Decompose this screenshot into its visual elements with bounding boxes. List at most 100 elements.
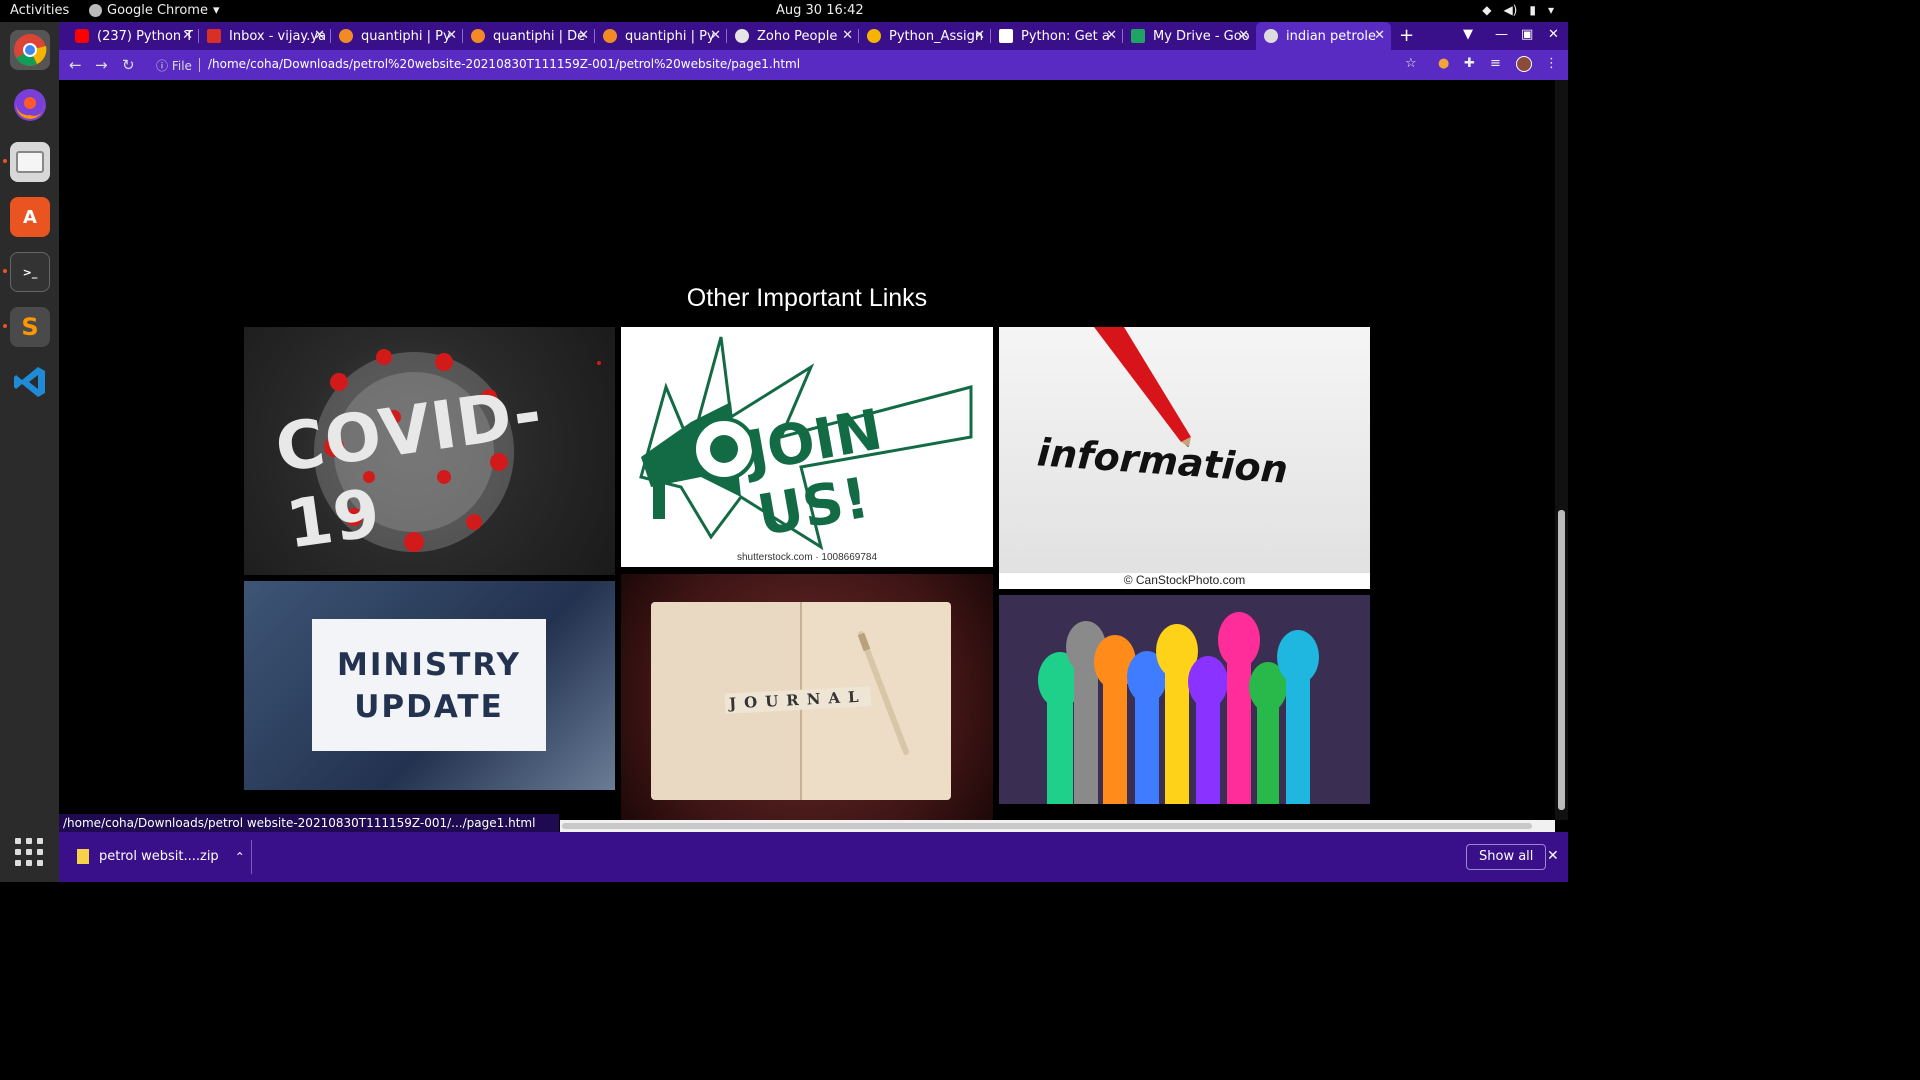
vscode-dock-icon[interactable] xyxy=(10,362,50,402)
close-tab-icon[interactable]: ✕ xyxy=(1374,28,1385,43)
chrome-small-icon xyxy=(89,4,102,17)
link-card-hands[interactable] xyxy=(999,595,1370,804)
card-caption-line2: UPDATE xyxy=(354,689,504,725)
show-applications-icon[interactable] xyxy=(15,838,43,866)
close-shelf-icon[interactable]: ✕ xyxy=(1547,848,1559,864)
tab[interactable]: quantiphi | Py ✕ xyxy=(331,22,463,50)
close-tab-icon[interactable]: ✕ xyxy=(842,28,853,43)
tab[interactable]: Python: Get a ✕ xyxy=(991,22,1123,50)
download-filename: petrol websit....zip xyxy=(99,849,219,864)
close-tab-icon[interactable]: ✕ xyxy=(710,28,721,43)
terminal-dock-icon[interactable]: >_ xyxy=(10,252,50,292)
zoho-icon xyxy=(735,29,749,43)
link-card-covid-19[interactable]: COVID-19 xyxy=(244,327,615,575)
scrollbar-thumb[interactable] xyxy=(562,823,1532,829)
firefox-dock-icon[interactable] xyxy=(10,85,50,125)
raised-hands-image xyxy=(1038,612,1319,804)
tab[interactable]: quantiphi | De ✕ xyxy=(463,22,595,50)
vertical-scrollbar[interactable] xyxy=(1555,80,1568,820)
horizontal-scrollbar[interactable] xyxy=(560,820,1555,832)
link-card-ministry-update[interactable]: MINISTRY UPDATE xyxy=(244,581,615,790)
app-menu-label: Google Chrome xyxy=(107,3,208,18)
close-tab-icon[interactable]: ✕ xyxy=(182,28,193,43)
tab[interactable]: Python_Assign ✕ xyxy=(859,22,991,50)
download-item[interactable]: petrol websit....zip ⌃ xyxy=(77,849,245,864)
page-icon xyxy=(999,29,1013,43)
tab-title: quantiphi | De xyxy=(493,28,586,44)
close-window-icon[interactable]: ✕ xyxy=(1548,27,1559,42)
caret-down-icon: ▾ xyxy=(212,3,220,18)
tab[interactable]: Inbox - vijay.ya ✕ xyxy=(199,22,331,50)
tab[interactable]: Zoho People ✕ xyxy=(727,22,859,50)
scheme-label: File xyxy=(171,59,192,73)
drive-icon xyxy=(1131,29,1145,43)
clock[interactable]: Aug 30 16:42 xyxy=(776,3,864,18)
link-card-join-us[interactable]: JOIN US! shutterstock.com · 1008669784 xyxy=(621,327,993,567)
volume-icon: ◀) xyxy=(1503,3,1518,17)
sublime-text-icon[interactable]: S xyxy=(10,307,50,347)
tab-title: quantiphi | Py xyxy=(361,28,451,44)
activities-button[interactable]: Activities xyxy=(10,3,69,18)
cookie-extension-icon[interactable]: ● xyxy=(1438,56,1449,71)
new-tab-icon[interactable]: + xyxy=(1399,25,1414,46)
restore-icon[interactable]: ▣ xyxy=(1521,27,1533,42)
tab-title: Zoho People xyxy=(757,28,838,44)
running-indicator xyxy=(3,159,7,163)
globe-icon xyxy=(1264,29,1278,43)
avatar[interactable] xyxy=(1516,56,1532,76)
address-bar[interactable]: /home/coha/Downloads/petrol%20website-20… xyxy=(208,57,800,71)
link-card-information[interactable]: information © CanStockPhoto.com xyxy=(999,327,1370,589)
tab-title: (237) Python T xyxy=(97,28,194,44)
tab[interactable]: quantiphi | Py ✕ xyxy=(595,22,727,50)
browser-tab-strip: (237) Python T ✕ Inbox - vijay.ya ✕ quan… xyxy=(59,22,1568,50)
gmail-icon xyxy=(207,29,221,43)
youtube-icon xyxy=(75,29,89,43)
site-info[interactable]: ⓘ File xyxy=(156,57,192,74)
tab-active[interactable]: indian petrole ✕ xyxy=(1256,22,1391,50)
files-dock-icon[interactable] xyxy=(10,142,50,182)
menu-kebab-icon[interactable]: ⋮ xyxy=(1545,56,1558,71)
show-all-button[interactable]: Show all xyxy=(1466,844,1547,870)
close-tab-icon[interactable]: ✕ xyxy=(314,28,325,43)
software-center-icon[interactable]: A xyxy=(10,197,50,237)
close-tab-icon[interactable]: ✕ xyxy=(446,28,457,43)
system-top-bar: Activities Google Chrome ▾ Aug 30 16:42 … xyxy=(0,0,1568,22)
reload-icon[interactable]: ↻ xyxy=(122,56,135,74)
chrome-dock-icon[interactable] xyxy=(10,30,50,70)
close-tab-icon[interactable]: ✕ xyxy=(578,28,589,43)
battery-icon: ▮ xyxy=(1529,3,1536,17)
tab-title: quantiphi | Py xyxy=(625,28,715,44)
app-menu[interactable]: Google Chrome ▾ xyxy=(89,3,220,18)
colab-icon xyxy=(867,29,881,43)
quantiphi-icon xyxy=(471,29,485,43)
minimize-icon[interactable]: — xyxy=(1495,27,1508,42)
divider xyxy=(251,840,252,874)
quantiphi-icon xyxy=(339,29,353,43)
tab-title: My Drive - Goo xyxy=(1153,28,1250,44)
wifi-icon: ◆ xyxy=(1482,3,1492,17)
system-tray[interactable]: ◆ ◀) ▮ ▾ xyxy=(1482,3,1554,17)
browser-toolbar: ← → ↻ ⓘ File /home/coha/Downloads/petrol… xyxy=(59,50,1568,80)
close-tab-icon[interactable]: ✕ xyxy=(1106,28,1117,43)
tab-title: Python: Get a xyxy=(1021,28,1110,44)
media-controls-icon[interactable]: ≡ xyxy=(1490,56,1501,71)
forward-icon[interactable]: → xyxy=(95,56,108,74)
link-status-bubble: /home/coha/Downloads/petrol website-2021… xyxy=(59,814,559,832)
info-icon: ⓘ xyxy=(156,59,169,73)
chevron-up-icon[interactable]: ⌃ xyxy=(235,850,245,864)
scrollbar-thumb[interactable] xyxy=(1558,510,1565,810)
tab-search-icon[interactable]: ▼ xyxy=(1463,27,1473,42)
close-tab-icon[interactable]: ✕ xyxy=(1238,28,1249,43)
zip-file-icon xyxy=(77,849,89,864)
back-icon[interactable]: ← xyxy=(69,56,82,74)
running-indicator xyxy=(3,269,7,273)
page-heading: Other Important Links xyxy=(686,284,928,312)
close-tab-icon[interactable]: ✕ xyxy=(974,28,985,43)
extensions-puzzle-icon[interactable]: ✚ xyxy=(1464,56,1475,71)
card-caption-line1: MINISTRY xyxy=(337,647,521,683)
tab[interactable]: (237) Python T ✕ xyxy=(67,22,199,50)
link-card-journal[interactable]: JOURNAL xyxy=(621,574,993,820)
tab[interactable]: My Drive - Goo ✕ xyxy=(1123,22,1255,50)
bookmark-star-icon[interactable]: ☆ xyxy=(1405,56,1417,71)
running-indicator xyxy=(3,324,7,328)
